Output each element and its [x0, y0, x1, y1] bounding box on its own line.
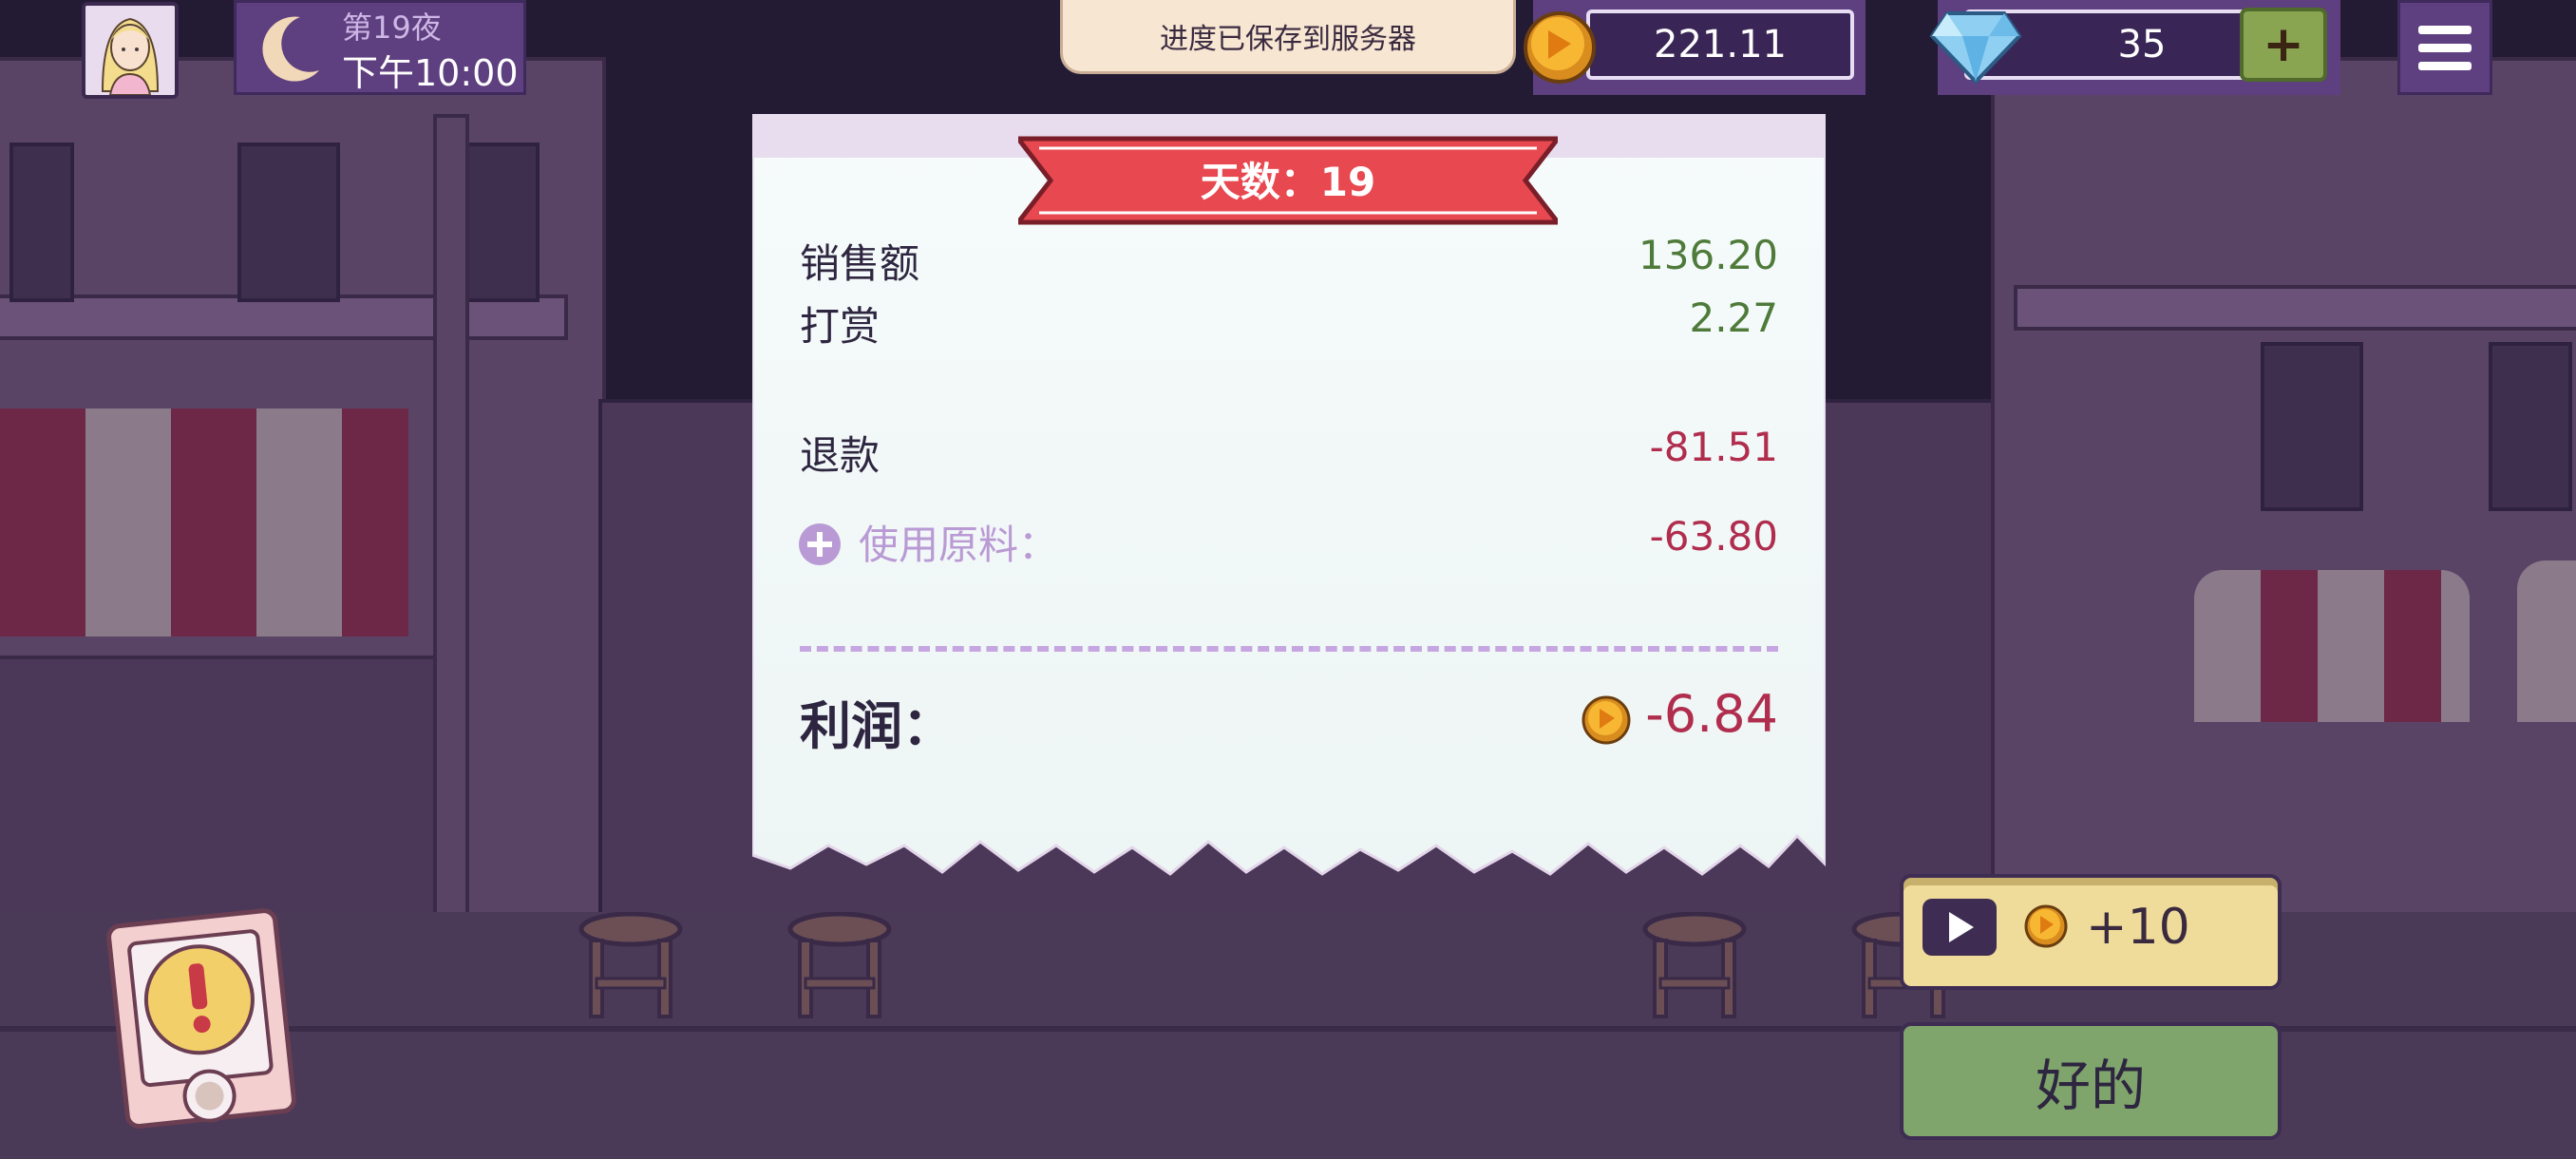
coin-icon: [1524, 11, 1596, 84]
night-counter: 第19夜: [342, 10, 442, 46]
clock-time: 下午10:00: [342, 52, 519, 94]
right-awning: [2194, 570, 2470, 722]
moon-icon: [262, 16, 319, 82]
right-awning-edge: [2517, 560, 2576, 722]
stool: [578, 912, 683, 1018]
right-building-window: [2261, 342, 2363, 511]
right-building-window: [2489, 342, 2572, 511]
add-gems-button[interactable]: +: [2240, 8, 2327, 82]
tips-value: 2.27: [1689, 294, 1778, 341]
player-avatar[interactable]: [82, 2, 179, 99]
receipt-divider: [800, 646, 1778, 652]
ad-reward-amount: +10: [2086, 899, 2190, 956]
ingredients-label[interactable]: 使用原料：: [859, 513, 1058, 571]
play-icon: [1923, 899, 1997, 956]
refund-label: 退款: [800, 432, 881, 479]
right-building-ledge: [2014, 285, 2576, 331]
ok-button[interactable]: 好的: [1900, 1022, 2282, 1140]
sales-label: 销售额: [800, 240, 920, 287]
expand-icon[interactable]: [798, 522, 842, 566]
menu-button[interactable]: [2397, 0, 2492, 95]
left-awning: [0, 408, 408, 636]
save-toast: 进度已保存到服务器: [1060, 0, 1516, 74]
left-building-window: [237, 142, 340, 302]
left-building-window: [9, 142, 74, 302]
ingredients-value: -63.80: [1649, 513, 1778, 560]
left-pillar: [433, 114, 469, 958]
coin-icon: [1582, 695, 1631, 745]
tips-label: 打赏: [800, 303, 881, 350]
menu-icon-bar: [2418, 43, 2472, 52]
coin-icon: [2024, 904, 2068, 948]
profit-label: 利润：: [800, 696, 954, 756]
sales-value: 136.20: [1638, 232, 1778, 278]
menu-icon: [2418, 25, 2472, 34]
player-avatar-icon: [85, 6, 175, 95]
day-ribbon-title: 天数：19: [1200, 158, 1376, 205]
profit-value: -6.84: [1645, 684, 1778, 744]
alert-card[interactable]: [104, 904, 300, 1132]
menu-icon-bar: [2418, 61, 2472, 70]
gem-icon: [1929, 11, 2022, 85]
refund-value: -81.51: [1649, 424, 1778, 470]
right-building: [1991, 57, 2576, 1015]
coin-balance: 221.11: [1586, 10, 1854, 80]
